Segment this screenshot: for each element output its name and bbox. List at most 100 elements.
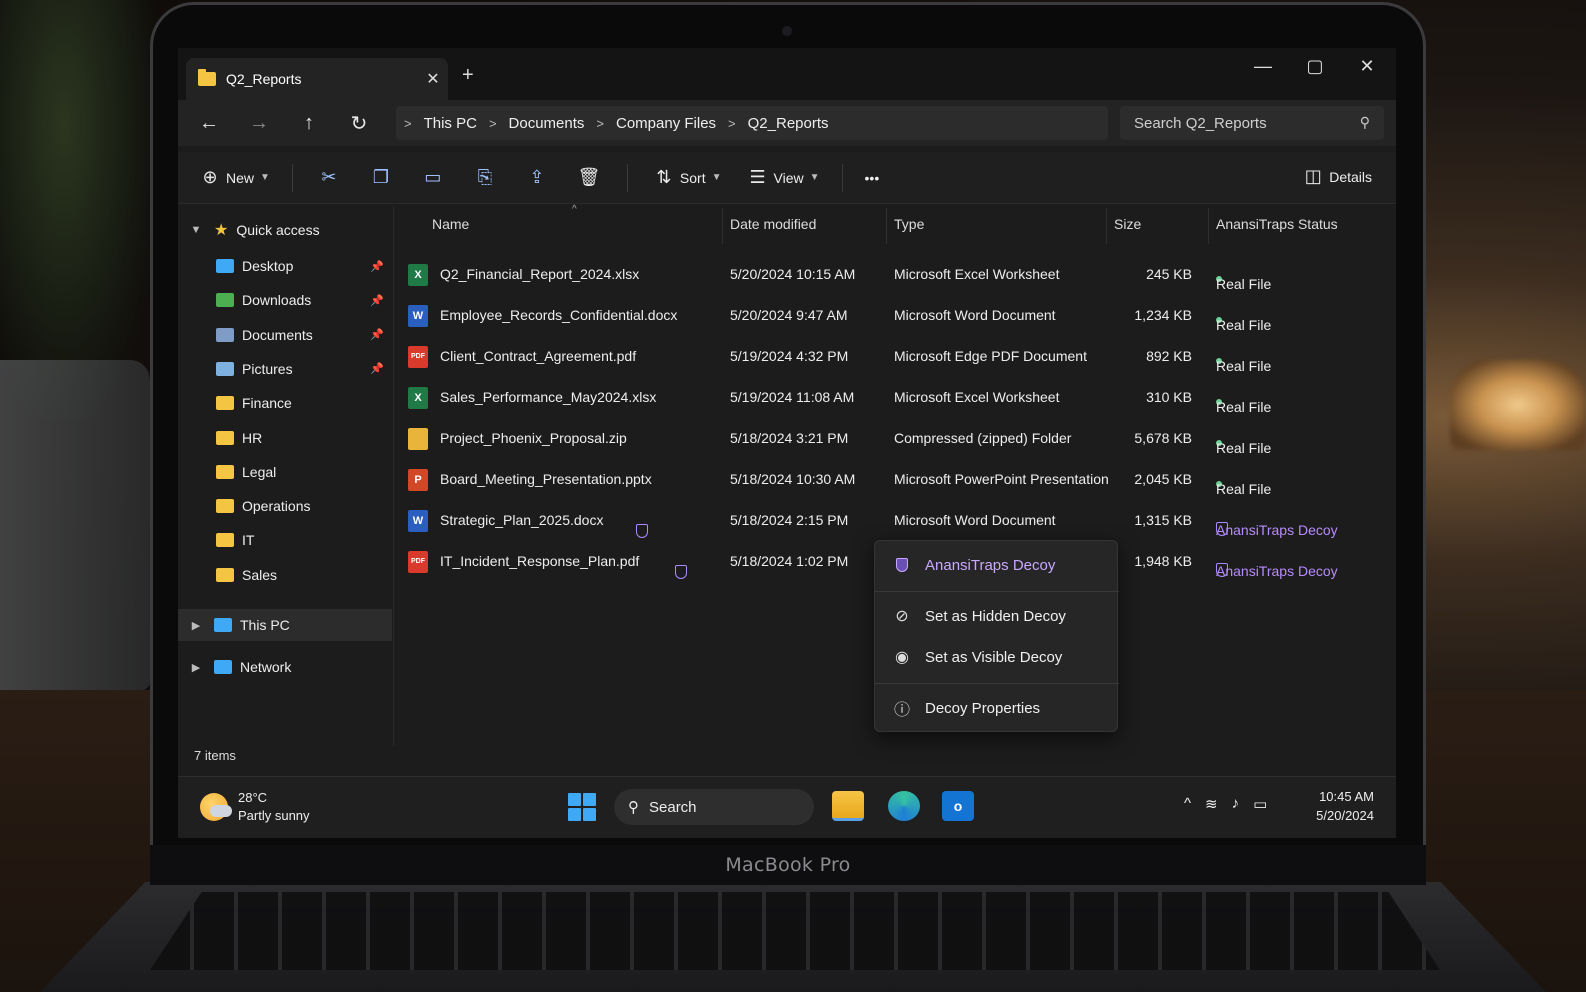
decoy-properties-item[interactable]: ⓘ Decoy Properties — [875, 688, 1119, 728]
system-tray: ^ ≋ ♪ ▭ — [1184, 795, 1267, 813]
breadcrumb-documents[interactable]: Documents — [509, 115, 585, 132]
column-header-type[interactable]: Type — [894, 214, 924, 244]
close-button[interactable]: ✕ — [1344, 56, 1390, 77]
table-row[interactable]: X Q2_Financial_Report_2024.xlsx 5/20/2024 … — [396, 256, 1396, 296]
wifi-icon[interactable]: ≋ — [1205, 795, 1218, 813]
up-button[interactable]: ↑ — [284, 112, 334, 135]
file-explorer-icon[interactable] — [832, 791, 864, 821]
column-header-status[interactable]: AnansiTraps Status — [1216, 214, 1338, 244]
sidebar-item-quick-access[interactable]: ▼ ★ Quick access — [178, 214, 392, 246]
view-button[interactable]: ☰ View ▼ — [744, 167, 819, 188]
excel-icon: X — [408, 264, 428, 286]
table-row[interactable]: W Strategic_Plan_2025.docx 5/18/2024 2:15 … — [396, 502, 1396, 542]
copy-button[interactable]: ❐ — [367, 167, 397, 188]
tab-close-button[interactable]: ✕ — [418, 69, 448, 89]
background-pot — [0, 360, 150, 690]
cut-button[interactable]: ✂ — [315, 167, 345, 188]
address-bar[interactable]: > This PC > Documents > Company Files > … — [396, 106, 1108, 140]
file-size: 5,678 KB — [1134, 430, 1192, 446]
column-divider[interactable] — [1208, 208, 1209, 244]
sidebar-item-label: HR — [242, 429, 263, 446]
menu-divider — [875, 683, 1119, 684]
pdf-icon: PDF — [408, 551, 428, 573]
sort-ascending-icon: ^ — [572, 204, 577, 215]
file-size: 2,045 KB — [1134, 471, 1192, 487]
battery-icon[interactable]: ▭ — [1253, 795, 1267, 813]
sidebar-item-operations[interactable]: Operations — [178, 490, 392, 522]
file-name: IT_Incident_Response_Plan.pdf — [440, 553, 640, 569]
sidebar-item-downloads[interactable]: Downloads 📌 — [178, 284, 392, 316]
column-header-date[interactable]: Date modified — [730, 214, 816, 244]
column-header-name[interactable]: Name — [432, 214, 469, 244]
minimize-button[interactable]: — — [1240, 56, 1286, 77]
monitor-icon — [214, 618, 232, 632]
clock[interactable]: 10:45 AM 5/20/2024 — [1316, 787, 1374, 825]
weather-condition: Partly sunny — [238, 808, 310, 823]
tab-q2-reports[interactable]: Q2_Reports ✕ — [186, 58, 448, 100]
column-header-size[interactable]: Size — [1114, 214, 1141, 244]
sidebar-item-desktop[interactable]: Desktop 📌 — [178, 250, 392, 282]
windows-start-icon[interactable] — [568, 793, 596, 821]
refresh-button[interactable]: ↻ — [334, 111, 384, 136]
laptop-brand-label: MacBook Pro — [725, 854, 851, 876]
context-menu-header[interactable]: AnansiTraps Decoy — [875, 545, 1119, 585]
table-row[interactable]: Project_Phoenix_Proposal.zip 5/18/2024 3:… — [396, 420, 1396, 460]
file-size: 1,315 KB — [1134, 512, 1192, 528]
table-row[interactable]: X Sales_Performance_May2024.xlsx 5/19/2024… — [396, 379, 1396, 419]
background-plant — [0, 0, 160, 420]
details-pane-button[interactable]: ◫ Details — [1299, 166, 1372, 187]
file-name: Q2_Financial_Report_2024.xlsx — [440, 266, 640, 282]
sidebar-item-it[interactable]: IT — [178, 524, 392, 556]
sidebar-item-finance[interactable]: Finance — [178, 387, 392, 419]
forward-button[interactable]: → — [234, 112, 284, 135]
desktop-icon — [216, 259, 234, 273]
search-input[interactable]: Search Q2_Reports ⚲ — [1120, 106, 1384, 140]
sidebar-item-legal[interactable]: Legal — [178, 456, 392, 488]
edge-icon[interactable] — [888, 791, 920, 821]
paste-button[interactable]: ▭ — [419, 167, 449, 188]
breadcrumb-q2-reports[interactable]: Q2_Reports — [748, 115, 829, 132]
pin-icon[interactable]: 📌 — [370, 294, 384, 307]
column-divider[interactable] — [886, 208, 887, 244]
sidebar-item-sales[interactable]: Sales — [178, 559, 392, 591]
ellipsis-icon: ••• — [864, 169, 880, 186]
column-divider[interactable] — [722, 208, 723, 244]
sidebar-item-this-pc[interactable]: ▶ This PC — [178, 609, 392, 641]
share-button[interactable]: ⇪ — [523, 167, 553, 188]
new-button[interactable]: ⊕ New ▼ — [196, 167, 269, 188]
outlook-icon[interactable]: o — [942, 791, 974, 821]
back-button[interactable]: ← — [184, 112, 234, 135]
pin-icon[interactable]: 📌 — [370, 260, 384, 273]
sidebar-item-label: Network — [240, 659, 292, 675]
pin-icon[interactable]: 📌 — [370, 328, 384, 341]
taskbar-search[interactable]: ⚲ Search — [614, 789, 814, 825]
breadcrumb-this-pc[interactable]: This PC — [424, 115, 477, 132]
sidebar-item-pictures[interactable]: Pictures 📌 — [178, 353, 392, 385]
sidebar-item-hr[interactable]: HR — [178, 422, 392, 454]
sort-button[interactable]: ⇅ Sort ▼ — [650, 167, 721, 188]
column-divider[interactable] — [1106, 208, 1107, 244]
more-options-button[interactable]: ••• — [865, 170, 880, 186]
table-row[interactable]: W Employee_Records_Confidential.docx 5/20/… — [396, 297, 1396, 337]
rename-button[interactable]: ⎘ — [471, 167, 501, 188]
table-row[interactable]: P Board_Meeting_Presentation.pptx 5/18/202… — [396, 461, 1396, 501]
volume-icon[interactable]: ♪ — [1232, 795, 1240, 813]
trash-icon: 🗑 — [577, 167, 601, 187]
status-label: Real File — [1216, 440, 1272, 456]
weather-temperature: 28°C — [238, 790, 268, 805]
delete-button[interactable]: 🗑 — [575, 167, 605, 188]
sidebar-item-label: Desktop — [242, 258, 294, 274]
word-icon: W — [408, 305, 428, 327]
sidebar-item-documents[interactable]: Documents 📌 — [178, 319, 392, 351]
maximize-button[interactable]: ▢ — [1292, 56, 1338, 77]
pin-icon[interactable]: 📌 — [370, 362, 384, 375]
weather-widget[interactable]: 28°C Partly sunny — [200, 789, 310, 825]
set-hidden-decoy-item[interactable]: ⊘ Set as Hidden Decoy — [875, 596, 1119, 636]
sidebar-item-network[interactable]: ▶ Network — [178, 651, 392, 683]
set-visible-decoy-item[interactable]: ◉ Set as Visible Decoy — [875, 637, 1119, 677]
table-row[interactable]: PDF Client_Contract_Agreement.pdf 5/19/202… — [396, 338, 1396, 378]
word-icon: W — [408, 510, 428, 532]
new-tab-button[interactable]: + — [462, 64, 474, 87]
breadcrumb-company-files[interactable]: Company Files — [616, 115, 716, 132]
chevron-up-icon[interactable]: ^ — [1184, 795, 1191, 813]
